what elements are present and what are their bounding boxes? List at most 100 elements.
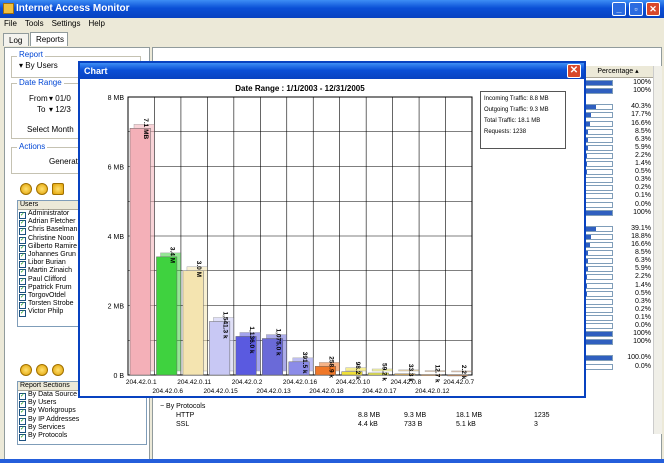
- section-item[interactable]: ✓ By Users: [18, 399, 146, 409]
- percentage-row: [584, 217, 653, 225]
- section-item[interactable]: ✓ By Protocols: [18, 432, 146, 441]
- percentage-value: 40.3%: [631, 103, 651, 111]
- data-label: 258.9 k: [327, 356, 334, 378]
- data-label: 2.2 k: [460, 365, 467, 380]
- from-date-input[interactable]: ▾ 01/0: [49, 94, 71, 103]
- section-item[interactable]: ✓ By IP Addresses: [18, 416, 146, 425]
- menu-settings[interactable]: Settings: [48, 18, 85, 29]
- percentage-row: 39.1%: [584, 225, 653, 233]
- select-all-sections-icon[interactable]: [20, 364, 32, 376]
- data-label: 59.2 k: [380, 363, 387, 381]
- data-label: 98.2 k: [354, 362, 361, 380]
- legend-outgoing: Outgoing Traffic: 9.3 MB: [484, 107, 549, 113]
- percentage-bar: [585, 104, 613, 111]
- menu-file[interactable]: File: [0, 18, 21, 29]
- grid-icon[interactable]: [52, 183, 64, 195]
- percentage-value: 39.1%: [631, 224, 651, 232]
- percentage-value: 1.4%: [635, 281, 651, 289]
- percentage-row: 0.2%: [584, 184, 653, 192]
- percentage-fill: [586, 145, 588, 150]
- percentage-bar: [585, 144, 613, 151]
- percentage-row: 0.3%: [584, 298, 653, 306]
- percentage-bar: [585, 177, 613, 184]
- percentage-bar: [585, 339, 613, 346]
- percentage-value: 0.2%: [635, 305, 651, 313]
- percentage-value: 100%: [633, 330, 651, 338]
- by-protocols-node[interactable]: − By Protocols: [160, 403, 205, 412]
- percentage-fill: [586, 234, 591, 239]
- percentage-bar: [585, 282, 613, 289]
- percentage-fill: [586, 81, 612, 85]
- checkbox-icon[interactable]: ✓: [19, 310, 26, 318]
- percentage-fill: [586, 259, 588, 264]
- percentage-bar: [585, 128, 613, 135]
- percentage-row: 0.2%: [584, 306, 653, 314]
- percentage-value: 100%: [633, 208, 651, 216]
- percentage-bar: [585, 323, 613, 329]
- to-date-input[interactable]: ▾ 12/3: [49, 105, 71, 114]
- percentage-bar: [585, 136, 613, 143]
- x-tick-label: 204.42.0.16: [283, 379, 318, 386]
- percentage-row: 100%: [584, 330, 653, 338]
- percentage-row: [584, 95, 653, 103]
- section-item[interactable]: ✓ By Workgroups: [18, 407, 146, 417]
- percentage-bar: [585, 274, 613, 281]
- percentage-row: 0.5%: [584, 168, 653, 176]
- percentage-value: 5.9%: [635, 265, 651, 273]
- chart-window-title: Chart: [84, 66, 108, 76]
- y-tick-label: 6 MB: [108, 165, 125, 172]
- maximize-button[interactable]: ▫: [629, 2, 643, 16]
- percentage-value: 0.1%: [635, 313, 651, 321]
- protocol-rows: − By Protocols HTTP 8.8 MB 9.3 MB 18.1 M…: [152, 399, 582, 443]
- close-button[interactable]: ✕: [646, 2, 660, 16]
- tab-log[interactable]: Log: [3, 33, 29, 46]
- data-label: 391.5 k: [301, 352, 308, 374]
- percentage-row: 100%: [584, 79, 653, 87]
- arrow-up-icon[interactable]: [52, 364, 64, 376]
- percentage-bar: [585, 250, 613, 257]
- percentage-bar: [585, 112, 613, 119]
- percentage-row: 0.5%: [584, 290, 653, 298]
- percentage-value: 0.3%: [635, 297, 651, 305]
- report-group-label: Report: [17, 50, 46, 59]
- minimize-button[interactable]: _: [612, 2, 626, 16]
- percentage-row: 8.5%: [584, 249, 653, 257]
- chart-close-button[interactable]: ✕: [567, 64, 581, 78]
- percentage-value: 6.3%: [635, 135, 651, 143]
- x-tick-label: 204.42.0.10: [336, 379, 371, 386]
- chart-title-bar: Chart ✕: [80, 63, 584, 79]
- percentage-fill: [586, 267, 588, 272]
- percentage-header[interactable]: Percentage ▴: [583, 66, 653, 78]
- chart-window: Chart ✕ Date Range : 1/1/2003 - 12/31/20…: [78, 61, 586, 398]
- checkbox-icon[interactable]: ✓: [19, 433, 26, 441]
- percentage-row: 100.0%: [584, 354, 653, 362]
- percentage-fill: [586, 129, 589, 134]
- percentage-value: 5.9%: [635, 143, 651, 151]
- deselect-all-sections-icon[interactable]: [36, 364, 48, 376]
- percentage-bar: [585, 331, 613, 338]
- vertical-scrollbar[interactable]: [653, 66, 662, 434]
- select-month-button[interactable]: Select Month: [27, 125, 74, 134]
- x-tick-label: 204.42.0.12: [415, 388, 450, 395]
- percentage-fill: [586, 137, 588, 142]
- percentage-row: 16.6%: [584, 241, 653, 249]
- percentage-row: 17.7%: [584, 111, 653, 119]
- section-item[interactable]: ✓ By Services: [18, 424, 146, 433]
- menu-tools[interactable]: Tools: [21, 18, 48, 29]
- deselect-all-icon[interactable]: [36, 183, 48, 195]
- report-select[interactable]: ▾ By Users: [19, 61, 58, 70]
- percentage-bar: [585, 355, 613, 362]
- percentage-value: 0.1%: [635, 192, 651, 200]
- select-all-icon[interactable]: [20, 183, 32, 195]
- table-row[interactable]: HTTP 8.8 MB 9.3 MB 18.1 MB 1235: [176, 412, 550, 421]
- table-row[interactable]: SSL 4.4 kB 733 B 5.1 kB 3: [176, 421, 538, 430]
- percentage-value: 17.7%: [631, 111, 651, 119]
- tab-reports[interactable]: Reports: [30, 32, 68, 46]
- x-tick-label: 204.42.0.18: [309, 388, 344, 395]
- percentage-value: 8.5%: [635, 127, 651, 135]
- menu-help[interactable]: Help: [84, 18, 108, 29]
- percentage-value: 1.4%: [635, 160, 651, 167]
- percentage-bar: [585, 88, 613, 95]
- percentage-row: 6.3%: [584, 136, 653, 144]
- percentage-row: 100%: [584, 338, 653, 346]
